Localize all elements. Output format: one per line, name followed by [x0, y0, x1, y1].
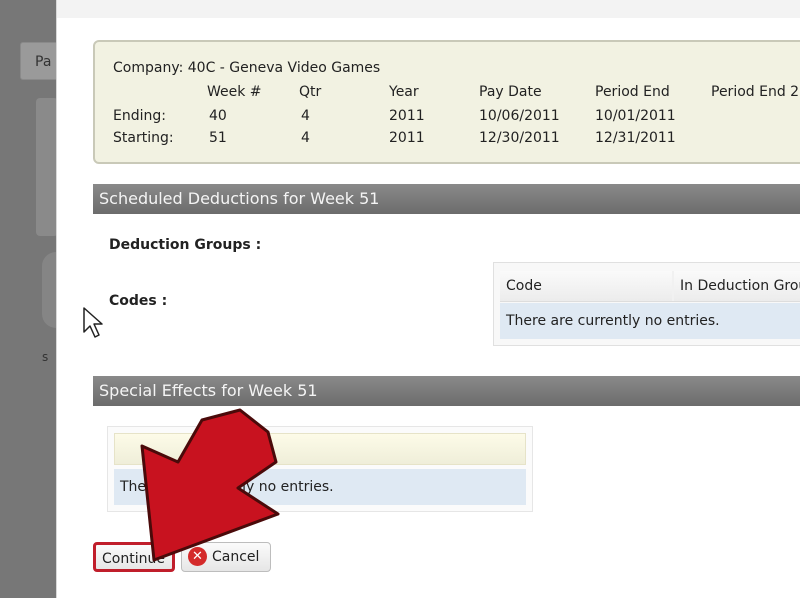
header-period-end: Period End [595, 84, 670, 100]
codes-grid-empty-row: There are currently no entries. [500, 303, 800, 339]
starting-week: 51 [209, 130, 227, 146]
starting-year: 2011 [389, 130, 425, 146]
special-effects-empty-row: There are currently no entries. [114, 469, 526, 505]
special-effects-grid: There are currently no entries. [107, 426, 533, 512]
background-app: Pa s [0, 0, 66, 598]
codes-grid-header: Code In Deduction Group [500, 271, 800, 302]
starting-label: Starting: [113, 130, 174, 146]
header-year: Year [389, 84, 419, 100]
cancel-button[interactable]: ✕ Cancel [181, 542, 271, 572]
codes-label: Codes : [109, 293, 168, 309]
mouse-pointer-icon [83, 307, 103, 338]
column-header-in-deduction-group[interactable]: In Deduction Group [674, 271, 800, 301]
company-name: Company: 40C - Geneva Video Games [113, 60, 381, 76]
column-header-code[interactable]: Code [500, 271, 672, 301]
special-effects-grid-header [114, 433, 526, 465]
header-pay-date: Pay Date [479, 84, 542, 100]
modal-top-strip [57, 0, 800, 18]
cancel-button-label: Cancel [212, 549, 260, 565]
background-tab: Pa [20, 42, 60, 80]
payroll-modal: Company: 40C - Geneva Video Games Week #… [56, 0, 800, 598]
ending-week: 40 [209, 108, 227, 124]
header-qtr: Qtr [299, 84, 322, 100]
background-panel [36, 98, 58, 236]
ending-qtr: 4 [301, 108, 310, 124]
background-letter: s [42, 350, 49, 364]
deduction-groups-label: Deduction Groups : [109, 237, 262, 253]
special-effects-header: Special Effects for Week 51 [93, 376, 800, 406]
starting-qtr: 4 [301, 130, 310, 146]
codes-grid: Code In Deduction Group There are curren… [493, 262, 800, 346]
cancel-icon: ✕ [188, 547, 207, 566]
starting-pay-date: 12/30/2011 [479, 130, 560, 146]
continue-button[interactable]: Continue [93, 542, 175, 572]
header-week: Week # [207, 84, 262, 100]
ending-pay-date: 10/06/2011 [479, 108, 560, 124]
background-tab-label: Pa [35, 54, 52, 70]
scheduled-deductions-header: Scheduled Deductions for Week 51 [93, 184, 800, 214]
ending-year: 2011 [389, 108, 425, 124]
ending-label: Ending: [113, 108, 166, 124]
company-info-box: Company: 40C - Geneva Video Games Week #… [93, 40, 800, 164]
header-period-end-2: Period End 2 [711, 84, 800, 100]
starting-period-end: 12/31/2011 [595, 130, 676, 146]
ending-period-end: 10/01/2011 [595, 108, 676, 124]
